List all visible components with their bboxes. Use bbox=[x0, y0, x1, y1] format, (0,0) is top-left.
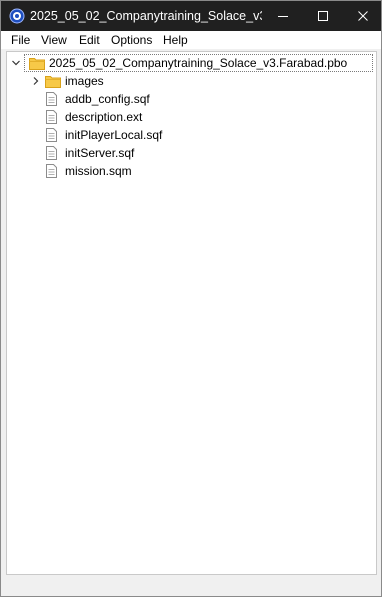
tree-item-file[interactable]: initPlayerLocal.sqf bbox=[46, 126, 162, 144]
tree-item-label: addb_config.sqf bbox=[65, 92, 150, 106]
tree-item-label: description.ext bbox=[65, 110, 143, 124]
menu-view[interactable]: View bbox=[41, 32, 67, 48]
tree-item-file[interactable]: description.ext bbox=[46, 108, 142, 126]
tree-item-label: initServer.sqf bbox=[65, 146, 135, 160]
folder-icon bbox=[29, 57, 45, 70]
menu-help[interactable]: Help bbox=[163, 32, 188, 48]
tree-item-file[interactable]: mission.sqm bbox=[46, 162, 132, 180]
file-icon bbox=[46, 128, 57, 142]
pbo-viewer-window: 2025_05_02_Companytraining_Solace_v3.Far… bbox=[0, 0, 382, 597]
maximize-button[interactable] bbox=[303, 1, 343, 31]
menu-file[interactable]: File bbox=[11, 32, 30, 48]
folder-icon bbox=[45, 75, 61, 88]
tree-item-label: mission.sqm bbox=[65, 164, 132, 178]
menu-edit[interactable]: Edit bbox=[79, 32, 100, 48]
file-icon bbox=[46, 146, 57, 160]
minimize-icon bbox=[278, 16, 288, 17]
close-button[interactable] bbox=[343, 1, 383, 31]
file-tree[interactable]: 2025_05_02_Companytraining_Solace_v3.Far… bbox=[6, 51, 377, 575]
app-icon bbox=[9, 8, 25, 24]
minimize-button[interactable] bbox=[263, 1, 303, 31]
maximize-icon bbox=[318, 11, 328, 21]
tree-item-label: images bbox=[65, 74, 104, 88]
tree-item-images[interactable]: images bbox=[43, 72, 104, 90]
status-bar bbox=[1, 576, 381, 596]
window-title: 2025_05_02_Companytraining_Solace_v3.Far… bbox=[30, 9, 262, 23]
menu-options[interactable]: Options bbox=[111, 32, 152, 48]
chevron-right-icon[interactable] bbox=[31, 76, 41, 86]
title-bar[interactable]: 2025_05_02_Companytraining_Solace_v3.Far… bbox=[1, 1, 381, 31]
close-icon bbox=[358, 11, 368, 21]
file-icon bbox=[46, 110, 57, 124]
chevron-down-icon[interactable] bbox=[11, 58, 21, 68]
menu-bar: File View Edit Options Help bbox=[1, 31, 381, 49]
tree-item-file[interactable]: initServer.sqf bbox=[46, 144, 134, 162]
file-icon bbox=[46, 164, 57, 178]
tree-item-file[interactable]: addb_config.sqf bbox=[46, 90, 150, 108]
tree-item-label: 2025_05_02_Companytraining_Solace_v3.Far… bbox=[49, 56, 348, 70]
file-icon bbox=[46, 92, 57, 106]
tree-item-root-pbo[interactable]: 2025_05_02_Companytraining_Solace_v3.Far… bbox=[24, 54, 373, 72]
tree-item-label: initPlayerLocal.sqf bbox=[65, 128, 163, 142]
